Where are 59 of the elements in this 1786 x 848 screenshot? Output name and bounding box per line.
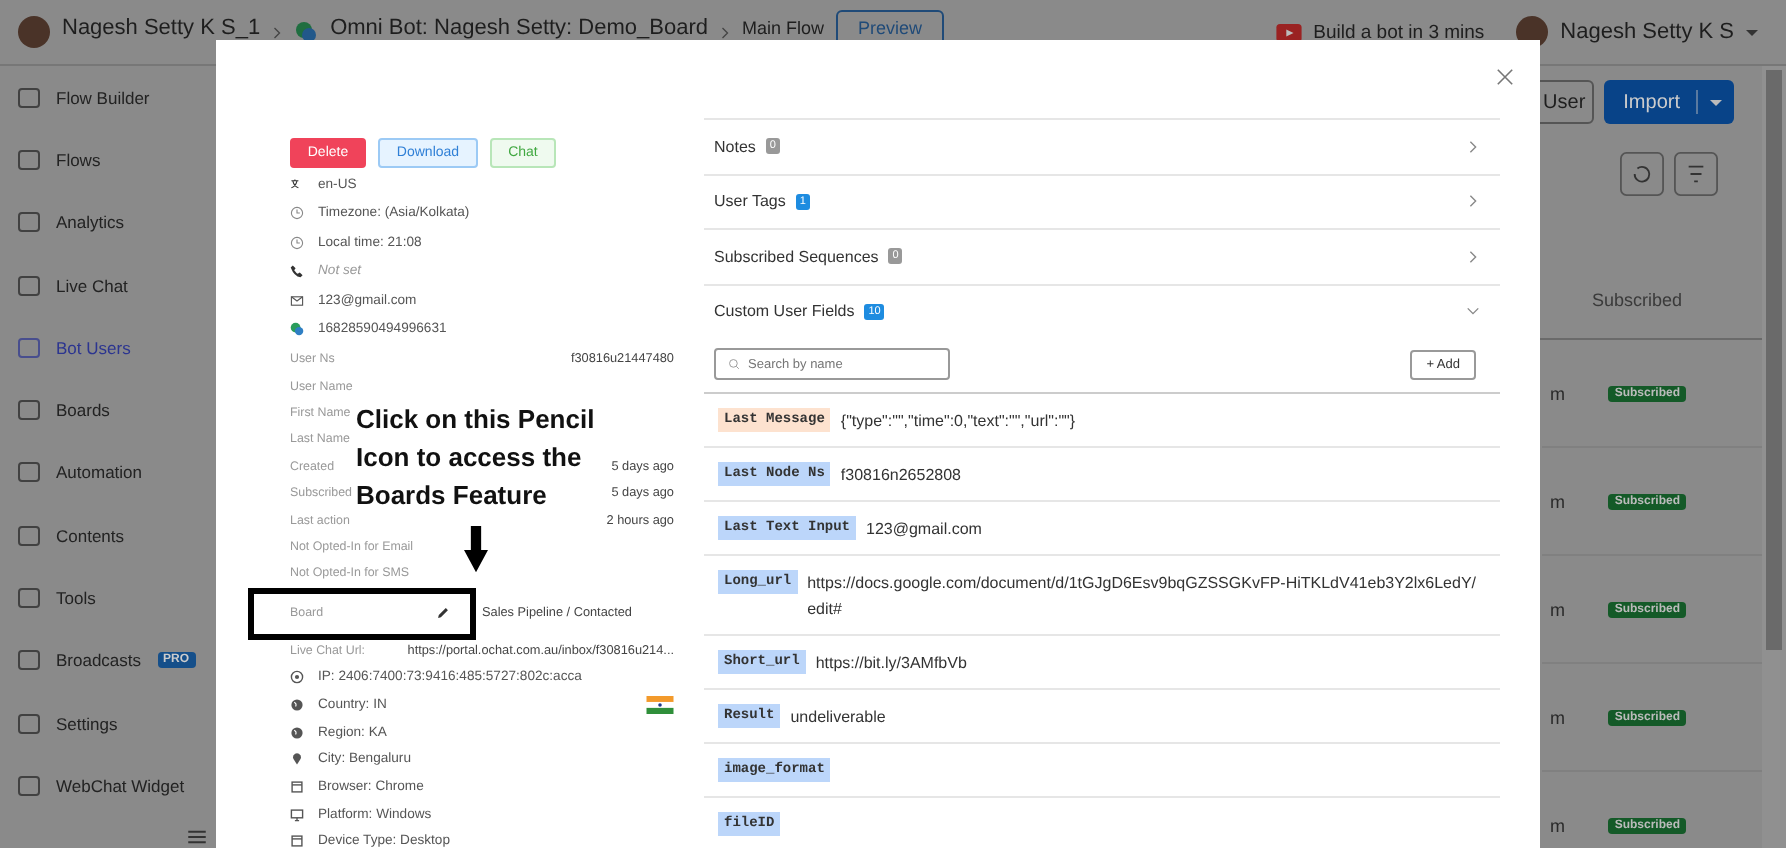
- clock-icon: [290, 235, 304, 250]
- bot-name[interactable]: Omni Bot: Nagesh Setty: Demo_Board: [330, 16, 708, 40]
- globe-icon: [290, 697, 304, 712]
- import-button[interactable]: Import: [1603, 80, 1734, 124]
- phone-icon: [290, 264, 304, 279]
- field-value: https://docs.google.com/document/d/1tGJgD6Esv9bqGZSSGKvFP-HiTKLdV41eb3Y2lx6LedY/edit#: [807, 572, 1479, 622]
- sidebar-item[interactable]: Contents: [0, 504, 216, 567]
- account-name[interactable]: Nagesh Setty K S: [1560, 20, 1734, 44]
- sidebar-item[interactable]: Tools: [0, 566, 216, 630]
- chevron-right-icon: [1466, 139, 1480, 154]
- sidebar-item[interactable]: WebChat Widget: [0, 754, 216, 818]
- chat-bubbles-icon: [290, 322, 304, 337]
- field-value: {"type":"","time":0,"text":"","url":""}: [840, 410, 1076, 434]
- workspace-name[interactable]: Nagesh Setty K S_1: [62, 16, 261, 40]
- sidebar-item[interactable]: Boards: [0, 378, 216, 442]
- chevron-right-icon: [1466, 194, 1480, 209]
- sidebar-item[interactable]: Flow Builder: [0, 66, 216, 129]
- clock-icon: [290, 206, 304, 221]
- chevron-down-icon: [1466, 304, 1480, 319]
- avatar-icon: [18, 16, 50, 48]
- video-icon: [1275, 23, 1302, 41]
- refresh-icon[interactable]: [1620, 152, 1664, 196]
- table-cell: m: [1550, 599, 1565, 619]
- monitor-icon: [290, 807, 304, 822]
- mail-icon: [290, 293, 304, 308]
- sidebar-item[interactable]: Settings: [0, 691, 216, 755]
- translate-icon: [290, 177, 304, 192]
- globe-icon: [290, 725, 304, 740]
- search-icon: [728, 358, 740, 370]
- menu-icon[interactable]: [188, 830, 206, 844]
- chevron-right-icon: [1466, 249, 1480, 264]
- table-cell: m: [1550, 707, 1565, 727]
- chevron-icon: [720, 25, 730, 39]
- close-icon[interactable]: [1496, 68, 1514, 86]
- sidebar-item[interactable]: Analytics: [0, 191, 216, 254]
- target-icon: [290, 670, 304, 685]
- caret-icon: [1746, 29, 1758, 35]
- browser-icon: [290, 780, 304, 794]
- field-value: undeliverable: [790, 706, 886, 730]
- scrollbar-thumb[interactable]: [1766, 70, 1782, 650]
- annotation-text: Click on this Pencil Icon to access the Boards Feature: [356, 402, 597, 514]
- sidebar-item[interactable]: Automation: [0, 441, 216, 505]
- flow-name[interactable]: Main Flow: [742, 18, 825, 38]
- field-value: 123@gmail.com: [866, 518, 982, 542]
- field-value: https://bit.ly/3AMfbVb: [815, 652, 967, 676]
- tutorial-link[interactable]: Build a bot in 3 mins: [1313, 21, 1485, 43]
- filter-icon[interactable]: [1674, 152, 1718, 196]
- field-value: f30816n2652808: [840, 464, 961, 488]
- chevron-icon: [272, 25, 283, 39]
- pencil-icon[interactable]: [436, 606, 450, 621]
- pin-icon: [290, 752, 304, 767]
- table-cell: m: [1550, 491, 1565, 511]
- annotation-arrow: [464, 526, 488, 574]
- table-cell: m: [1550, 815, 1565, 835]
- device-icon: [290, 834, 304, 848]
- sidebar-item[interactable]: Flows: [0, 128, 216, 192]
- sidebar-item[interactable]: Live Chat: [0, 253, 216, 317]
- table-cell: m: [1550, 383, 1565, 403]
- sidebar-item[interactable]: Bot Users: [0, 316, 216, 379]
